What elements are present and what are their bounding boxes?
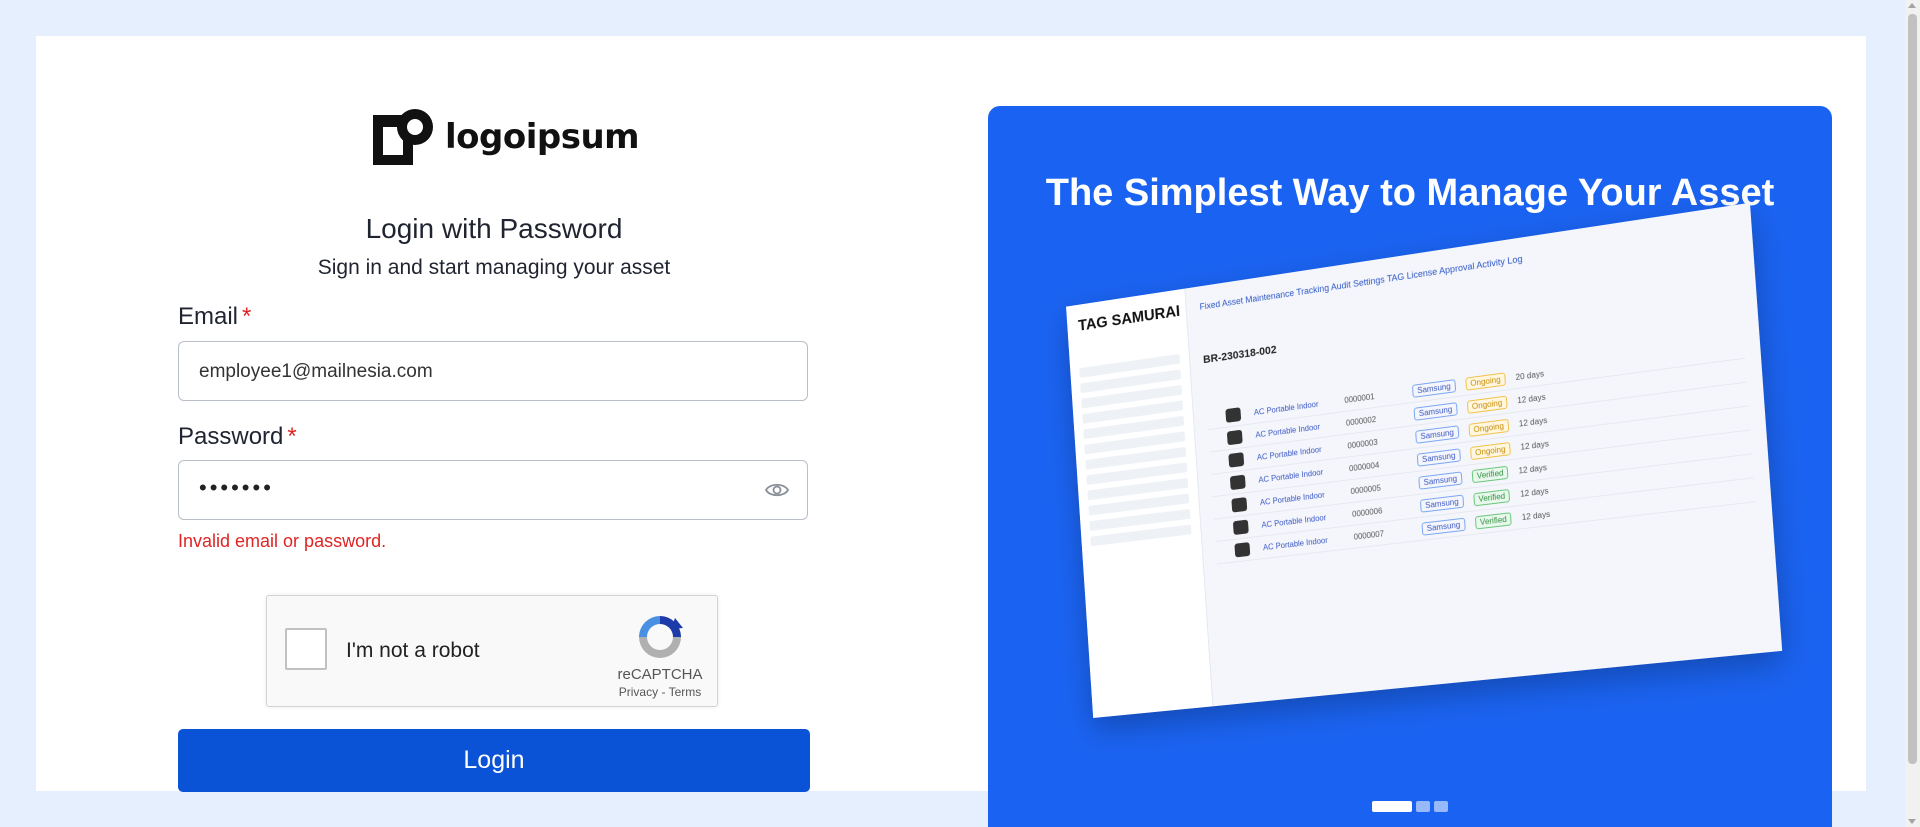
preview-status-tag: Verified	[1472, 488, 1511, 506]
preview-cell: 0000007	[1353, 528, 1385, 542]
preview-tag: Samsung	[1421, 517, 1466, 536]
preview-cell: 12 days	[1516, 391, 1546, 405]
recaptcha-terms-link[interactable]: Terms	[669, 685, 702, 699]
carousel-indicators	[1372, 801, 1448, 812]
preview-thumb	[1229, 474, 1246, 491]
preview-cell: 12 days	[1518, 415, 1548, 429]
preview-table: AC Portable Indoor 0000001 Samsung Ongoing 2…	[1206, 334, 1756, 565]
recaptcha-label: I'm not a robot	[346, 639, 480, 662]
preview-status-tag: Verified	[1474, 511, 1513, 530]
preview-cell: 0000001	[1344, 391, 1375, 405]
preview-cell: AC Portable Indoor	[1262, 535, 1329, 552]
preview-status-tag: Verified	[1471, 465, 1509, 483]
recaptcha-privacy-link[interactable]: Privacy	[619, 685, 658, 699]
preview-cell: 0000006	[1351, 505, 1383, 519]
preview-cell: 20 days	[1515, 368, 1545, 382]
app-preview-image: TAG SAMURAI Fixed Asset Maintenance Trac…	[1066, 202, 1783, 718]
preview-thumb	[1226, 429, 1243, 446]
page-title: Login with Password	[365, 213, 623, 244]
preview-status-tag: Ongoing	[1469, 441, 1511, 460]
eye-icon[interactable]	[764, 480, 790, 500]
preview-cell: 0000005	[1350, 482, 1382, 496]
recaptcha-logo-icon	[635, 612, 685, 662]
preview-heading: BR-230318-002	[1202, 343, 1278, 367]
preview-sidebar-list	[1070, 347, 1201, 553]
carousel-dot[interactable]	[1372, 801, 1412, 812]
email-label: Email *	[178, 303, 252, 330]
preview-cell: 0000003	[1347, 437, 1378, 451]
logo-text: logoipsum	[445, 117, 640, 157]
password-field[interactable]: •••••••	[178, 460, 808, 520]
carousel-dot[interactable]	[1434, 801, 1448, 812]
scrollbar[interactable]	[1905, 0, 1920, 827]
preview-sidebar: TAG SAMURAI	[1066, 288, 1214, 718]
recaptcha-widget: I'm not a robot reCAPTCHA Privacy - Term…	[266, 595, 718, 707]
preview-cell: 12 days	[1521, 509, 1551, 522]
preview-status-tag: Ongoing	[1468, 418, 1510, 437]
preview-cell: 12 days	[1518, 462, 1548, 476]
carousel-dot[interactable]	[1416, 801, 1430, 812]
scroll-up-arrow-icon[interactable]	[1908, 3, 1916, 8]
preview-cell: AC Portable Indoor	[1261, 512, 1327, 530]
recaptcha-links: Privacy - Terms	[618, 685, 702, 699]
preview-tag: Samsung	[1418, 470, 1463, 490]
preview-status-tag: Ongoing	[1464, 371, 1507, 391]
promo-panel: The Simplest Way to Manage Your Asset TA…	[988, 106, 1832, 827]
preview-tag: Samsung	[1416, 447, 1461, 467]
scroll-thumb[interactable]	[1908, 14, 1917, 764]
preview-tag: Samsung	[1411, 378, 1456, 398]
page-subtitle: Sign in and start managing your asset	[317, 256, 671, 279]
password-value: •••••••	[199, 475, 274, 500]
preview-cell: 12 days	[1519, 485, 1549, 499]
preview-cell: 12 days	[1520, 438, 1550, 452]
preview-thumb	[1231, 497, 1248, 513]
preview-tag: Samsung	[1415, 424, 1460, 444]
preview-thumb	[1232, 519, 1249, 536]
preview-brand: TAG SAMURAI	[1077, 303, 1181, 335]
preview-cell: 0000004	[1348, 460, 1380, 473]
preview-thumb	[1228, 452, 1245, 468]
scroll-down-arrow-icon[interactable]	[1908, 819, 1916, 824]
recaptcha-checkbox[interactable]	[285, 628, 327, 670]
logo-icon	[373, 107, 433, 167]
required-mark: *	[242, 303, 252, 330]
recaptcha-brand: reCAPTCHA	[617, 666, 703, 683]
error-message: Invalid email or password.	[178, 531, 387, 551]
preview-tag: Samsung	[1413, 401, 1458, 421]
preview-tag: Samsung	[1419, 494, 1464, 513]
password-label: Password *	[178, 423, 297, 450]
preview-status-tag: Ongoing	[1466, 395, 1508, 414]
preview-thumb	[1234, 542, 1251, 558]
preview-cell: 0000002	[1345, 414, 1377, 428]
email-field[interactable]	[197, 342, 761, 402]
brand-logo: logoipsum	[373, 107, 640, 167]
preview-thumb	[1225, 407, 1242, 423]
email-field-wrapper	[178, 341, 808, 402]
login-button[interactable]: Login	[178, 729, 810, 792]
required-mark: *	[287, 423, 297, 450]
preview-nav: Fixed Asset Maintenance Tracking Audit S…	[1199, 253, 1523, 312]
